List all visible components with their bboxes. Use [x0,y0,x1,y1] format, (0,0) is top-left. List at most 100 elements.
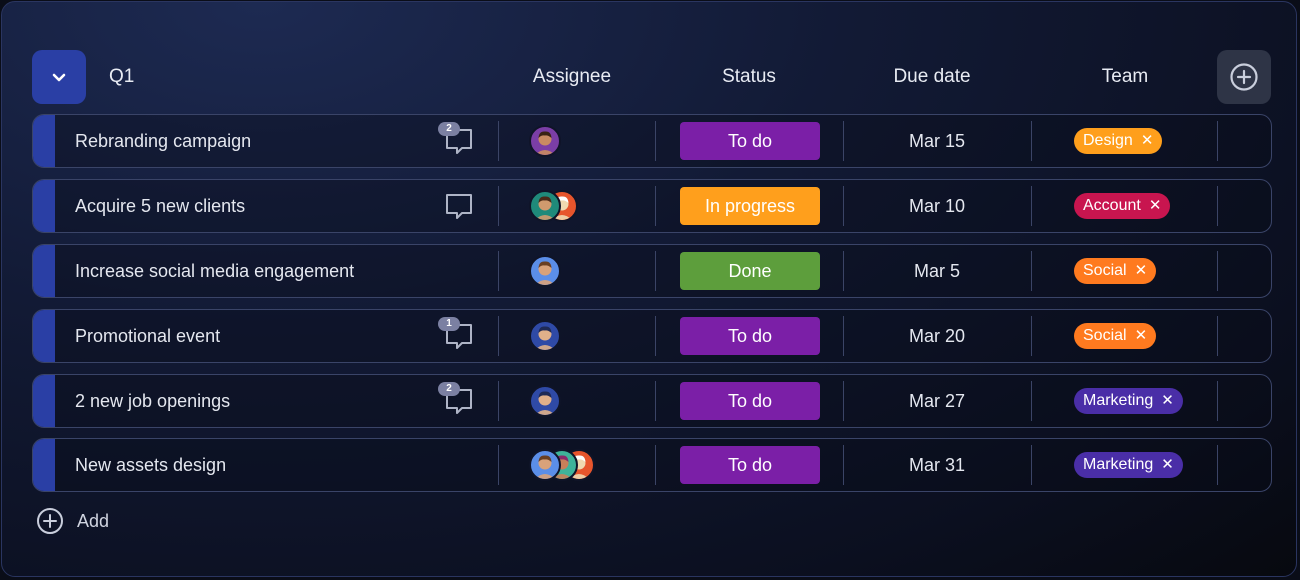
add-row-button[interactable]: Add [36,507,109,535]
team-tag-label: Marketing [1083,392,1154,409]
comment-button[interactable]: 2 [438,382,476,417]
team-tag[interactable]: Account ✕ [1074,193,1171,219]
task-name[interactable]: Promotional event [75,326,220,347]
column-divider [498,251,499,291]
comment-button[interactable]: 1 [438,317,476,352]
comment-count-badge: 1 [438,317,460,331]
column-divider [1031,186,1032,226]
person-icon [535,131,555,155]
table-row[interactable]: 2 new job openings 2 To do Mar 27 Marketing ✕ [32,374,1272,428]
due-date[interactable]: Mar 5 [843,261,1031,282]
status-badge[interactable]: In progress [680,187,820,225]
close-icon[interactable]: ✕ [1161,456,1174,473]
column-header-status[interactable]: Status [669,66,829,88]
column-divider [655,121,656,161]
column-divider [1217,316,1218,356]
column-divider [1217,186,1218,226]
due-date[interactable]: Mar 20 [843,326,1031,347]
due-date[interactable]: Mar 27 [843,391,1031,412]
team-tag-label: Marketing [1083,456,1154,473]
column-divider [655,381,656,421]
avatar[interactable] [529,449,561,481]
column-divider [1031,381,1032,421]
avatar[interactable] [529,385,561,417]
close-icon[interactable]: ✕ [1149,197,1162,214]
column-divider [1031,251,1032,291]
person-icon [535,261,555,285]
row-drag-handle[interactable] [33,180,55,232]
avatar[interactable] [529,255,561,287]
add-row-label: Add [77,510,110,531]
team-tag[interactable]: Social ✕ [1074,258,1157,284]
team-tag-label: Account [1083,197,1141,214]
status-badge[interactable]: To do [680,122,820,160]
column-header-due-date[interactable]: Due date [852,66,1012,88]
due-date[interactable]: Mar 15 [843,131,1031,152]
team-tag[interactable]: Social ✕ [1074,323,1157,349]
close-icon[interactable]: ✕ [1161,392,1174,409]
collapse-group-button[interactable] [32,50,86,104]
row-drag-handle[interactable] [33,375,55,427]
status-badge[interactable]: Done [680,252,820,290]
comment-count-badge: 2 [438,122,460,136]
column-divider [498,316,499,356]
person-icon [535,455,555,479]
column-divider [498,121,499,161]
avatar[interactable] [529,320,561,352]
due-date[interactable]: Mar 10 [843,196,1031,217]
column-divider [1217,121,1218,161]
plus-circle-icon [37,508,63,534]
comment-button[interactable] [444,192,476,222]
column-header-assignee[interactable]: Assignee [492,66,652,88]
column-divider [1031,121,1032,161]
team-tag[interactable]: Marketing ✕ [1074,452,1183,478]
table-row[interactable]: Acquire 5 new clients In progress Mar 10 Ac… [32,179,1272,233]
table-row[interactable]: Rebranding campaign 2 To do Mar 15 Design ✕ [32,114,1272,168]
column-divider [1217,251,1218,291]
task-name[interactable]: Increase social media engagement [75,261,354,282]
column-divider [498,445,499,485]
row-drag-handle[interactable] [33,439,55,491]
table-row[interactable]: Promotional event 1 To do Mar 20 Social ✕ [32,309,1272,363]
plus-circle-icon [1230,63,1258,91]
column-divider [655,445,656,485]
task-name[interactable]: New assets design [75,455,226,476]
team-tag-label: Social [1083,327,1127,344]
close-icon[interactable]: ✕ [1141,132,1154,149]
column-divider [1031,445,1032,485]
due-date[interactable]: Mar 31 [843,455,1031,476]
status-badge[interactable]: To do [680,317,820,355]
row-drag-handle[interactable] [33,115,55,167]
person-icon [535,391,555,415]
team-tag[interactable]: Design ✕ [1074,128,1163,154]
team-tag[interactable]: Marketing ✕ [1074,388,1183,414]
table-row[interactable]: New assets design To do Mar 31 Marketing ✕ [32,438,1272,492]
column-divider [655,251,656,291]
chevron-down-icon [52,73,66,82]
column-divider [1217,381,1218,421]
add-column-button[interactable] [1217,50,1271,104]
column-divider [655,186,656,226]
column-divider [1217,445,1218,485]
close-icon[interactable]: ✕ [1135,262,1148,279]
column-divider [498,381,499,421]
avatar[interactable] [529,190,561,222]
table-row[interactable]: Increase social media engagement Done Mar … [32,244,1272,298]
row-drag-handle[interactable] [33,310,55,362]
comment-button[interactable]: 2 [438,122,476,157]
task-name[interactable]: Rebranding campaign [75,131,251,152]
task-board-panel: Q1 Assignee Status Due date Team Rebrand… [1,1,1297,577]
close-icon[interactable]: ✕ [1135,327,1148,344]
task-name[interactable]: Acquire 5 new clients [75,196,245,217]
column-divider [498,186,499,226]
team-tag-label: Social [1083,262,1127,279]
task-name[interactable]: 2 new job openings [75,391,230,412]
status-badge[interactable]: To do [680,446,820,484]
column-header-team[interactable]: Team [1045,66,1205,88]
group-title: Q1 [109,66,135,87]
status-badge[interactable]: To do [680,382,820,420]
comment-bubble-icon [446,194,472,219]
row-drag-handle[interactable] [33,245,55,297]
comment-count-badge: 2 [438,382,460,396]
avatar[interactable] [529,125,561,157]
